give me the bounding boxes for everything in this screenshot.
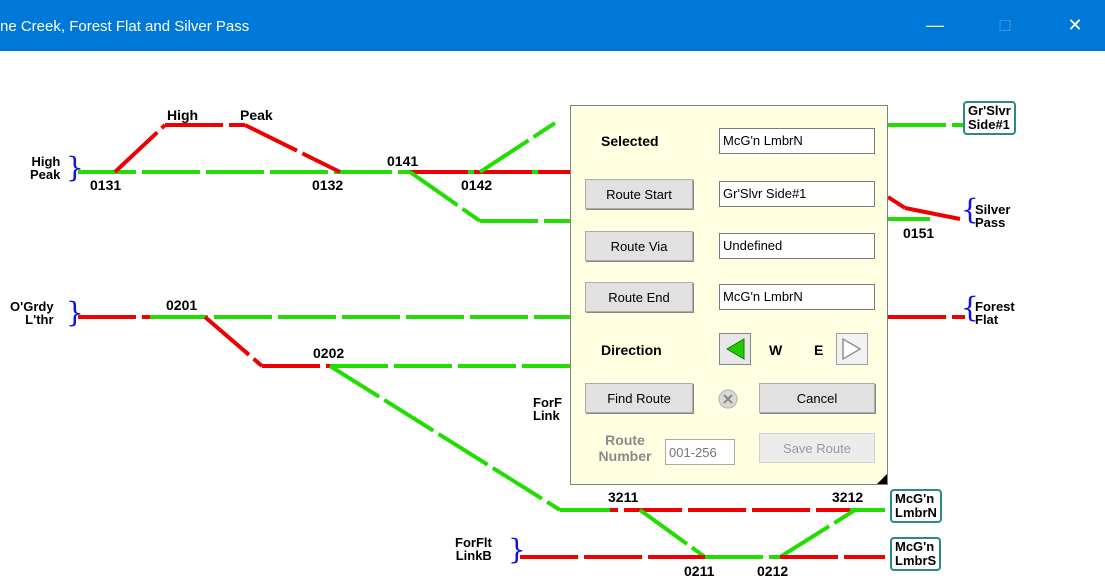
window-title: ne Creek, Forest Flat and Silver Pass xyxy=(0,18,250,35)
endpoint-label-line: McG'n xyxy=(895,539,935,554)
turnout-label-0201[interactable]: 0201 xyxy=(166,298,197,312)
endpoint-label-line: LinkB xyxy=(455,548,492,563)
route-number-label-line: Route xyxy=(605,432,645,448)
endpoint-label-line: Link xyxy=(533,408,560,423)
endpoint-label-line: Flat xyxy=(975,312,999,327)
endpoint-label-line: L'thr xyxy=(25,312,54,327)
west-arrow-icon xyxy=(726,338,745,360)
resize-grip-icon[interactable] xyxy=(877,474,887,484)
direction-west-button[interactable] xyxy=(719,333,751,365)
track-segment xyxy=(244,123,341,174)
turnout-label-0142[interactable]: 0142 xyxy=(461,178,492,192)
endpoint-forf-link[interactable]: ForF Link xyxy=(533,396,562,422)
track-label-peak: Peak xyxy=(240,107,273,123)
minimize-icon: — xyxy=(926,15,944,35)
endpoint-label-line: LmbrS xyxy=(895,553,937,568)
endpoint-box-mcgn-lmbrn[interactable]: McG'n LmbrN xyxy=(890,489,942,523)
save-route-button[interactable]: Save Route xyxy=(759,433,875,463)
endpoint-label-line: McG'n xyxy=(895,491,935,506)
title-bar: ne Creek, Forest Flat and Silver Pass — … xyxy=(0,0,1105,51)
track-segment xyxy=(778,508,857,559)
right-brace-icon: } xyxy=(66,151,84,184)
route-via-field[interactable]: Undefined xyxy=(719,233,875,259)
cancel-button[interactable]: Cancel xyxy=(759,383,875,413)
turnout-label-0131[interactable]: 0131 xyxy=(90,178,121,192)
turnout-label-3212[interactable]: 3212 xyxy=(832,490,863,504)
endpoint-label-line: LmbrN xyxy=(895,505,937,520)
route-number-label-line: Number xyxy=(598,448,652,464)
route-end-button[interactable]: Route End xyxy=(585,282,693,312)
selected-field: McG'n LmbrN xyxy=(719,128,875,154)
endpoint-label-line: Pass xyxy=(975,215,1006,230)
turnout-label-0132[interactable]: 0132 xyxy=(312,178,343,192)
endpoint-silver-pass[interactable]: Silver Pass xyxy=(975,203,1010,229)
turnout-label-0211[interactable]: 0211 xyxy=(684,564,714,578)
right-brace-icon: } xyxy=(66,296,84,329)
endpoint-box-grslvr-side1[interactable]: Gr'Slvr Side#1 xyxy=(963,101,1016,135)
endpoint-box-mcgn-lmbrs[interactable]: McG'n LmbrS xyxy=(890,537,942,571)
endpoint-label-line: Peak xyxy=(30,167,61,182)
close-icon: ✕ xyxy=(1067,15,1083,35)
east-label: E xyxy=(814,342,824,358)
route-start-field[interactable]: Gr'Slvr Side#1 xyxy=(719,181,875,207)
track-label-high: High xyxy=(167,107,199,123)
east-arrow-icon xyxy=(842,337,862,361)
maximize-button: □ xyxy=(975,0,1035,51)
turnout-label-0202[interactable]: 0202 xyxy=(313,346,344,360)
track-segment xyxy=(203,315,264,368)
endpoint-label-line: Gr'Slvr xyxy=(968,103,1011,118)
endpoint-high-peak[interactable]: High Peak xyxy=(30,155,60,181)
track-segment xyxy=(113,123,167,174)
track-segment xyxy=(886,195,907,210)
track-diagram: High Peak } O'Grdy L'thr } ForFlt LinkB … xyxy=(0,51,1105,580)
route-number-input[interactable] xyxy=(665,439,735,465)
right-brace-icon: } xyxy=(508,533,526,566)
find-route-button[interactable]: Find Route xyxy=(585,383,693,413)
maximize-icon: □ xyxy=(999,15,1011,35)
turnout-label-0141[interactable]: 0141 xyxy=(387,154,418,168)
route-end-field[interactable]: McG'n LmbrN xyxy=(719,284,875,310)
route-via-button[interactable]: Route Via xyxy=(585,231,693,261)
endpoint-forflt-linkb[interactable]: ForFlt LinkB xyxy=(455,536,492,562)
turnout-label-0151[interactable]: 0151 xyxy=(903,226,934,240)
selected-label: Selected xyxy=(601,133,659,149)
track-segment xyxy=(328,364,562,512)
endpoint-label-line: Side#1 xyxy=(968,117,1010,132)
route-start-button[interactable]: Route Start xyxy=(585,179,693,209)
track-segment xyxy=(638,508,707,559)
west-label: W xyxy=(769,342,783,358)
turnout-label-0212[interactable]: 0212 xyxy=(757,564,788,578)
route-dialog: Selected McG'n LmbrN Route Start Gr'Slvr… xyxy=(570,105,888,485)
track-segment xyxy=(478,121,557,174)
turnout-label-3211[interactable]: 3211 xyxy=(608,490,638,504)
close-button[interactable]: ✕ xyxy=(1045,0,1105,51)
direction-label: Direction xyxy=(601,342,662,358)
direction-east-button[interactable] xyxy=(836,333,868,365)
minimize-button[interactable]: — xyxy=(905,0,965,51)
endpoint-forest-flat[interactable]: Forest Flat xyxy=(975,300,1015,326)
clear-icon[interactable] xyxy=(717,388,739,415)
route-number-label: Route Number xyxy=(589,432,661,464)
endpoint-ogrdy-lthr[interactable]: O'Grdy L'thr xyxy=(10,300,54,326)
